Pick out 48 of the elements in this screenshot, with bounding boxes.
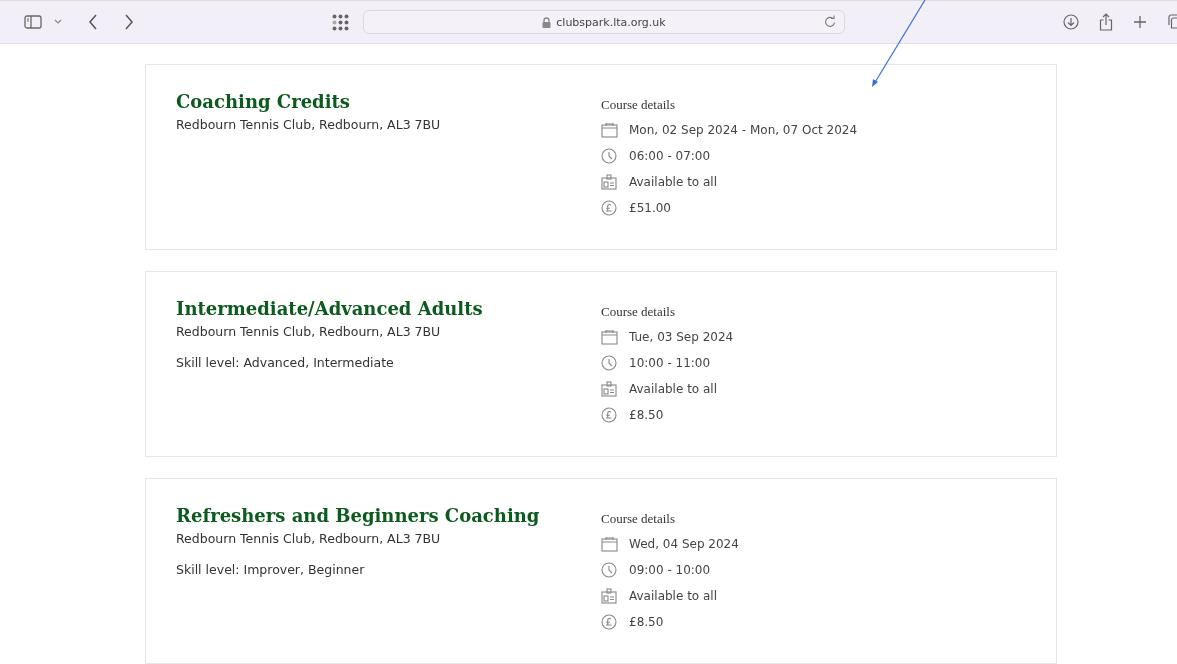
course-title: Intermediate/Advanced Adults [176,298,484,320]
chevron-down-icon[interactable] [54,19,62,25]
calendar-icon [601,122,618,138]
calendar-icon [601,329,618,345]
id-card-icon [601,174,617,190]
pound-icon [601,200,617,216]
reload-icon[interactable] [824,15,836,28]
id-card-icon [601,381,617,397]
url-text: clubspark.lta.org.uk [556,15,666,29]
pound-icon [601,407,617,423]
venue-text: Redbourn Tennis Club, Redbourn, AL3 7BU [176,531,442,546]
detail-text: 09:00 - 10:00 [629,563,711,577]
detail-text: £8.50 [629,408,664,422]
section-heading: Course details [601,304,676,320]
detail-text: Tue, 03 Sep 2024 [629,330,734,344]
section-heading: Course details [601,97,676,113]
clock-icon [601,562,617,578]
venue-text: Redbourn Tennis Club, Redbourn, AL3 7BU [176,117,442,132]
pound-icon [601,614,617,630]
clock-icon [601,355,617,371]
lock-icon [542,16,552,28]
section-heading: Course details [601,511,676,527]
detail-text: Wed, 04 Sep 2024 [629,537,739,551]
back-icon[interactable] [88,14,98,30]
detail-text: Available to all [629,175,717,189]
share-icon[interactable] [1099,13,1113,31]
detail-text: Available to all [629,382,717,396]
address-bar[interactable]: clubspark.lta.org.uk [363,10,845,34]
course-title: Refreshers and Beginners Coaching [176,505,541,527]
id-card-icon [601,588,617,604]
grid-icon[interactable] [332,13,349,31]
detail-text: £8.50 [629,615,664,629]
tabs-icon[interactable] [1167,14,1177,30]
calendar-icon [601,536,618,552]
detail-text: 06:00 - 07:00 [629,149,711,163]
venue-text: Redbourn Tennis Club, Redbourn, AL3 7BU [176,324,442,339]
skill-level-text: Skill level: Improver, Beginner [176,562,366,577]
detail-text: Mon, 02 Sep 2024 - Mon, 07 Oct 2024 [629,123,858,137]
skill-level-text: Skill level: Advanced, Intermediate [176,355,395,370]
forward-icon[interactable] [124,14,134,30]
new-tab-icon[interactable] [1133,15,1147,29]
clock-icon [601,148,617,164]
course-title: Coaching Credits [176,91,351,113]
detail-text: 10:00 - 11:00 [629,356,711,370]
detail-text: Available to all [629,589,717,603]
sidebar-icon[interactable] [24,15,42,29]
download-icon[interactable] [1063,14,1079,30]
detail-text: £51.00 [629,201,671,215]
